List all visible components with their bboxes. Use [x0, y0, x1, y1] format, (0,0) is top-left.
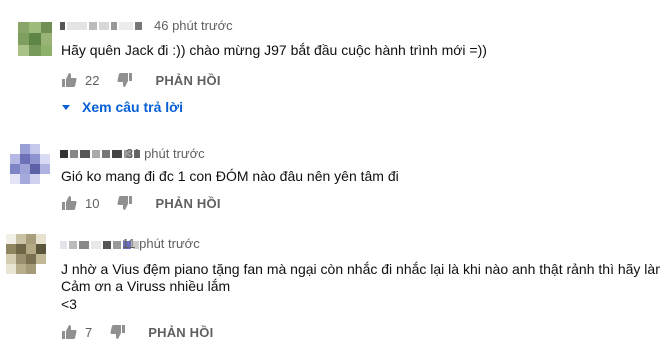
like-count: 10	[85, 195, 100, 211]
chevron-down-icon	[62, 104, 70, 110]
thumbs-up-icon[interactable]	[61, 72, 77, 88]
reply-button[interactable]: PHẢN HỒI	[148, 325, 213, 340]
comment-text-line-1: J nhờ a Vius đệm piano tặng fan mà ngại …	[61, 261, 660, 277]
comment-actions: 10 PHẢN HỒI	[61, 193, 221, 213]
thumbs-down-icon[interactable]	[117, 72, 133, 88]
like-count: 22	[85, 72, 100, 88]
comment-time[interactable]: 46 phút trước	[154, 18, 233, 33]
comment-time[interactable]: 11 phút trước	[122, 236, 200, 251]
view-replies-label: Xem câu trả lời	[82, 99, 183, 115]
reply-button[interactable]: PHẢN HỒI	[155, 73, 220, 88]
view-replies-button[interactable]: Xem câu trả lời	[62, 99, 183, 115]
comment-text-line-3: <3	[61, 296, 77, 312]
reply-button[interactable]: PHẢN HỒI	[155, 196, 220, 211]
comment-text: Hãy quên Jack đi :)) chào mừng J97 bắt đ…	[61, 42, 487, 58]
thumbs-up-icon[interactable]	[61, 195, 77, 211]
comment-actions: 22 PHẢN HỒI	[61, 70, 221, 90]
comment-text: Gió ko mang đi đc 1 con ĐÓM nào đâu nên …	[61, 168, 399, 184]
thumbs-down-icon[interactable]	[117, 195, 133, 211]
avatar[interactable]	[6, 234, 46, 274]
comment-text-line-2: Cảm ơn a Viruss nhiều lắm	[61, 278, 231, 294]
comment-time[interactable]: 31 phút trước	[126, 146, 205, 161]
like-count: 7	[85, 324, 93, 340]
thumbs-up-icon[interactable]	[61, 324, 77, 340]
avatar[interactable]	[18, 22, 52, 56]
author-name-pixelated[interactable]	[60, 20, 144, 32]
comment-actions: 7 PHẢN HỒI	[61, 322, 213, 342]
avatar[interactable]	[10, 144, 50, 184]
thumbs-down-icon[interactable]	[110, 324, 126, 340]
